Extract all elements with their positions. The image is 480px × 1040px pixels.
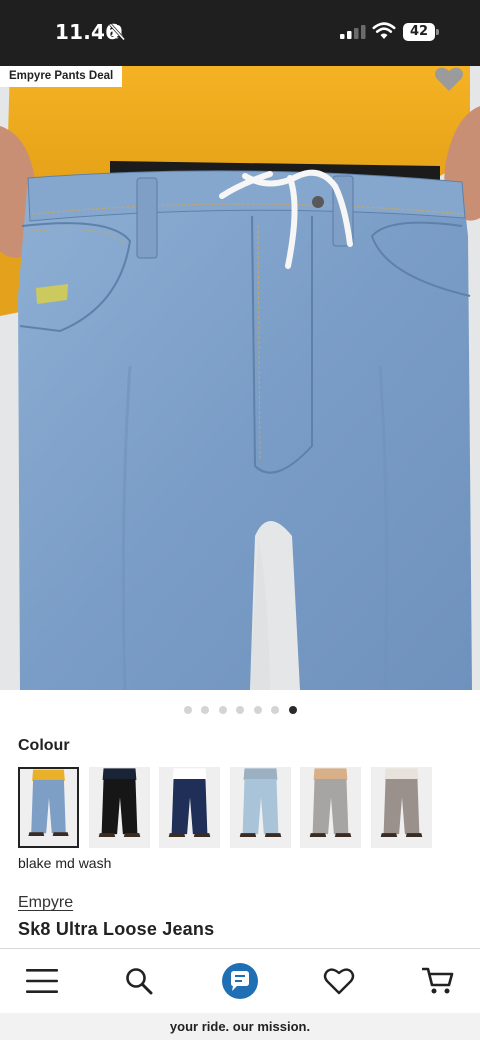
carousel-dot[interactable] [201,706,209,714]
search-icon [126,968,153,995]
wishlist-nav-button[interactable] [319,961,359,1001]
search-button[interactable] [119,961,159,1001]
colour-swatch[interactable] [229,767,291,848]
bottom-nav [0,948,480,1013]
swatch-thumbnail [371,768,431,847]
product-photo [0,66,480,690]
status-bar: 11.46 42 [0,0,480,66]
brand-link[interactable]: Empyre [18,894,73,912]
heart-icon[interactable] [434,66,464,92]
carousel-dot[interactable] [271,706,279,714]
swatch-thumbnail [89,768,149,847]
carousel-dot[interactable] [253,706,262,714]
cart-icon [422,967,454,994]
colour-label: Colour [18,737,70,754]
carousel-dot[interactable] [183,706,192,714]
selected-variant-name: blake md wash [18,855,112,871]
wifi-icon [372,22,396,39]
swatch-thumbnail [20,769,77,846]
colour-swatch[interactable] [159,767,220,848]
chat-button[interactable] [220,961,260,1001]
signal-icon [340,25,366,39]
swatch-thumbnail [160,768,219,847]
menu-button[interactable] [22,961,62,1001]
carousel-dot[interactable] [236,706,244,714]
bell-muted-icon [109,23,126,41]
heart-icon [323,968,355,995]
menu-icon [26,969,58,993]
cart-button[interactable] [418,961,458,1001]
carousel-dot[interactable] [218,706,227,714]
swatch-thumbnail [230,768,290,847]
battery-level: 42 [403,23,435,41]
carousel-dot[interactable] [288,706,297,714]
product-image[interactable] [0,66,480,690]
deal-tag: Empyre Pants Deal [0,66,123,87]
product-title: Sk8 Ultra Loose Jeans [18,919,215,939]
footer-tagline: your ride. our mission. [0,1013,480,1040]
carousel-dots[interactable] [0,706,480,718]
colour-swatch[interactable] [88,767,150,848]
colour-swatch[interactable] [300,767,361,848]
colour-swatches [18,767,478,849]
chat-icon [222,963,258,999]
colour-swatch[interactable] [370,767,432,848]
colour-swatch[interactable] [18,767,79,848]
swatch-thumbnail [301,768,360,847]
battery-icon: 42 [403,23,439,41]
